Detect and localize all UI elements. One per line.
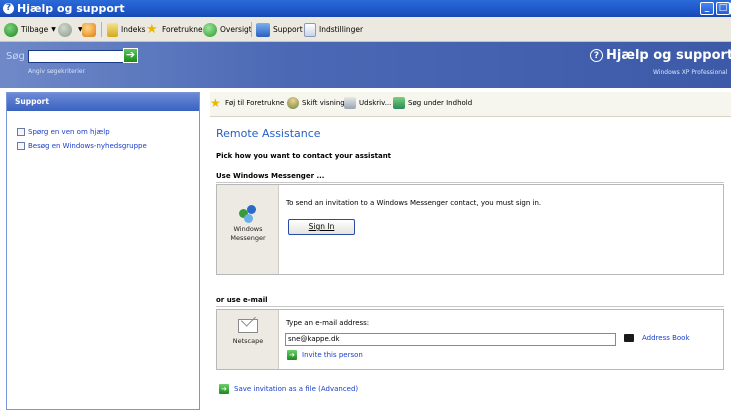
messenger-label-line2: Messenger [230, 234, 266, 242]
dropdown-arrow-icon[interactable]: ▼ [51, 26, 56, 33]
change-view-icon [287, 97, 299, 109]
sign-in-label: Sign In [308, 222, 335, 231]
forward-button[interactable]: ▼ [58, 21, 83, 38]
back-arrow-icon [4, 22, 18, 37]
page-icon [17, 128, 25, 136]
options-icon [304, 22, 316, 37]
star-icon: ★ [146, 21, 158, 37]
search-go-button[interactable]: ➔ [123, 48, 138, 63]
change-view-button[interactable]: Skift visning [287, 97, 345, 109]
search-in-contents-label: Søg under Indhold [408, 99, 473, 107]
messenger-icon [239, 205, 257, 223]
toolbar-divider [251, 22, 252, 37]
options-label: Indstillinger [319, 25, 364, 34]
print-button[interactable]: Udskriv... [344, 97, 391, 109]
index-label: Indeks [121, 25, 146, 34]
search-label: Søg [6, 51, 25, 62]
search-criteria-link[interactable]: Angiv søgekriterier [28, 68, 85, 75]
home-icon [82, 22, 96, 37]
add-favorites-label: Føj til Foretrukne [225, 99, 285, 107]
content-action-bar: ★ Føj til Foretrukne Skift visning Udskr… [210, 92, 731, 117]
messenger-label-line1: Windows [233, 225, 263, 233]
book-icon [107, 22, 118, 37]
address-book-link[interactable]: Address Book [624, 334, 690, 342]
sidebar-item-label: Spørg en ven om hjælp [28, 128, 110, 136]
history-button[interactable]: Oversigt [203, 21, 252, 38]
messenger-instructions: To send an invitation to a Windows Messe… [286, 199, 542, 207]
change-view-label: Skift visning [302, 99, 345, 107]
support-label: Support [273, 25, 303, 34]
divider [216, 182, 724, 183]
print-label: Udskriv... [359, 99, 392, 107]
favorites-label: Foretrukne [162, 25, 203, 34]
search-input[interactable] [28, 50, 125, 63]
toolbar: Tilbage ▼ ▼ Indeks ★ Foretrukne Oversigt… [0, 17, 731, 42]
history-icon [203, 22, 217, 37]
email-prompt: Type an e-mail address: [286, 319, 370, 327]
sign-in-button[interactable]: Sign In [288, 219, 355, 235]
email-address-input[interactable]: sne@kappe.dk [285, 333, 616, 346]
search-in-contents-button[interactable]: Søg under Indhold [393, 97, 472, 109]
envelope-icon [238, 319, 258, 333]
contact-prompt: Pick how you want to contact your assist… [216, 152, 392, 160]
brand-subtitle: Windows XP Professional [653, 69, 728, 76]
green-arrow-icon: ➔ [219, 384, 229, 394]
email-icon-column: Netscape [217, 310, 279, 369]
page-icon [17, 142, 25, 150]
green-arrow-icon: ➔ [287, 350, 297, 360]
index-button[interactable]: Indeks [107, 21, 146, 38]
support-icon [256, 22, 270, 37]
sidebar-item-ask-friend[interactable]: Spørg en ven om hjælp [17, 128, 110, 136]
invite-label: Invite this person [302, 351, 363, 359]
support-button[interactable]: Support [256, 21, 303, 38]
back-button[interactable]: Tilbage ▼ [4, 21, 56, 38]
title-bar: ? Hjælp og support _ □ × [0, 0, 731, 17]
back-label: Tilbage [21, 25, 49, 34]
address-book-icon [624, 334, 634, 342]
forward-arrow-icon [58, 22, 72, 37]
minimize-button[interactable]: _ [700, 2, 714, 15]
brand-title: ? Hjælp og support [590, 48, 731, 63]
star-icon: ★ [210, 96, 221, 110]
email-client-label: Netscape [232, 337, 264, 345]
locate-icon [393, 97, 405, 109]
sidebar-item-newsgroup[interactable]: Besøg en Windows-nyhedsgruppe [17, 142, 147, 150]
window-title: Hjælp og support [17, 2, 125, 15]
email-section-title: or use e-mail [216, 296, 268, 304]
maximize-button[interactable]: □ [716, 2, 730, 15]
home-button[interactable] [82, 21, 99, 38]
printer-icon [344, 97, 356, 109]
page-title: Remote Assistance [216, 127, 321, 140]
help-icon: ? [3, 3, 14, 14]
address-book-label: Address Book [642, 334, 690, 342]
options-button[interactable]: Indstillinger [304, 21, 363, 38]
save-invitation-label: Save invitation as a file (Advanced) [234, 385, 359, 393]
save-invitation-link[interactable]: ➔ Save invitation as a file (Advanced) [219, 384, 358, 394]
sidebar-item-label: Besøg en Windows-nyhedsgruppe [28, 142, 147, 150]
help-icon: ? [590, 49, 603, 62]
support-sidebar: Support Spørg en ven om hjælp Besøg en W… [6, 92, 200, 410]
search-band: Søg ➔ Angiv søgekriterier ? Hjælp og supp… [0, 42, 731, 88]
divider [216, 306, 724, 307]
add-favorites-button[interactable]: ★ Føj til Foretrukne [210, 97, 284, 109]
sidebar-header: Support [7, 93, 199, 111]
favorites-button[interactable]: ★ Foretrukne [146, 21, 203, 38]
toolbar-divider [101, 22, 102, 37]
invite-person-link[interactable]: ➔ Invite this person [287, 350, 363, 360]
history-label: Oversigt [220, 25, 252, 34]
messenger-icon-column: Windows Messenger [217, 185, 279, 274]
brand-title-text: Hjælp og support [606, 48, 731, 63]
messenger-section-title: Use Windows Messenger ... [216, 172, 325, 180]
